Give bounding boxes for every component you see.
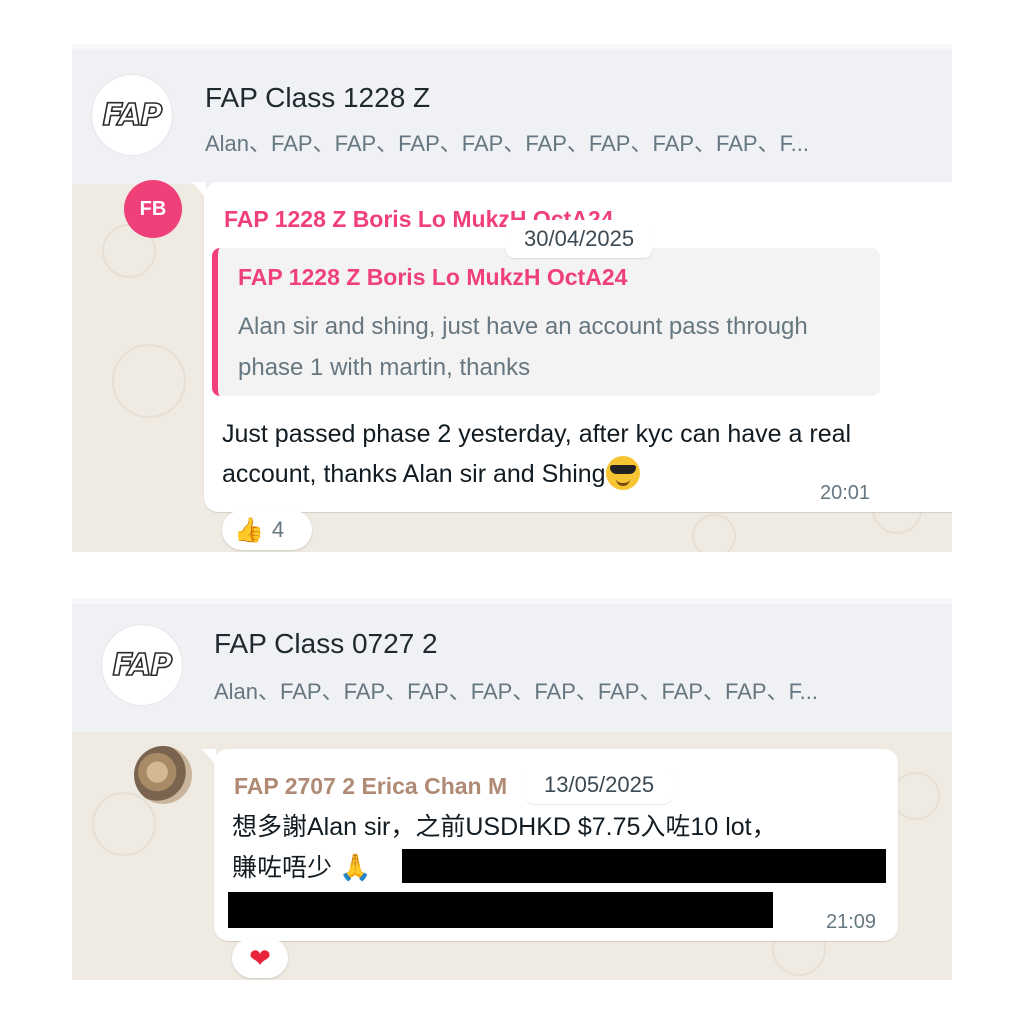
date-separator: 13/05/2025	[526, 766, 673, 804]
praying-hands-icon: 🙏	[338, 852, 372, 882]
message-time: 21:09	[826, 911, 877, 933]
redaction-bar	[228, 892, 773, 928]
group-members: Alan、FAP、FAP、FAP、FAP、FAP、FAP、FAP、FAP、F..…	[214, 679, 818, 704]
message-line-2: 賺咗唔少	[232, 854, 333, 882]
reaction-count: 4	[271, 517, 285, 542]
message-time: 20:01	[820, 482, 871, 504]
redaction-bar	[402, 849, 886, 883]
group-name: FAP Class 0727 2	[214, 628, 438, 659]
message-text: Just passed phase 2 yesterday, after kyc…	[222, 414, 882, 494]
fap-logo: FAP	[112, 647, 173, 684]
chat-panel-1: FAP FAP Class 1228 Z Alan、FAP、FAP、FAP、FA…	[72, 44, 952, 552]
group-avatar[interactable]: FAP	[102, 625, 182, 705]
sender-name[interactable]: FAP 2707 2 Erica Chan M	[234, 773, 507, 800]
reaction-badge[interactable]: 👍 4	[222, 510, 312, 550]
bubble-tail	[202, 749, 216, 765]
reaction-badge[interactable]: ❤	[232, 938, 288, 978]
bubble-tail	[192, 182, 206, 198]
message-line-1: 想多謝Alan sir，之前USDHKD $7.75入咗10 lot，	[232, 813, 777, 841]
thumbs-up-icon: 👍	[234, 516, 264, 544]
sender-avatar-photo[interactable]	[134, 746, 192, 804]
heart-icon: ❤	[249, 943, 271, 973]
group-avatar[interactable]: FAP	[92, 75, 172, 155]
quoted-sender: FAP 1228 Z Boris Lo MukzH OctA24	[238, 264, 628, 290]
quoted-message[interactable]: FAP 1228 Z Boris Lo MukzH OctA24 Alan si…	[212, 248, 880, 396]
chat-header[interactable]: FAP FAP Class 0727 2 Alan、FAP、FAP、FAP、FA…	[72, 598, 952, 732]
group-members: Alan、FAP、FAP、FAP、FAP、FAP、FAP、FAP、FAP、F..…	[205, 131, 809, 156]
sender-avatar[interactable]: FB	[124, 180, 182, 238]
quoted-text: Alan sir and shing, just have an account…	[238, 313, 808, 381]
chat-header[interactable]: FAP FAP Class 1228 Z Alan、FAP、FAP、FAP、FA…	[72, 44, 952, 184]
fap-logo: FAP	[102, 97, 163, 134]
date-separator: 30/04/2025	[506, 220, 653, 258]
message-body: Just passed phase 2 yesterday, after kyc…	[222, 420, 852, 488]
sunglasses-emoji-icon	[605, 456, 640, 490]
group-name: FAP Class 1228 Z	[205, 82, 431, 113]
chat-panel-2: FAP FAP Class 0727 2 Alan、FAP、FAP、FAP、FA…	[72, 598, 952, 980]
